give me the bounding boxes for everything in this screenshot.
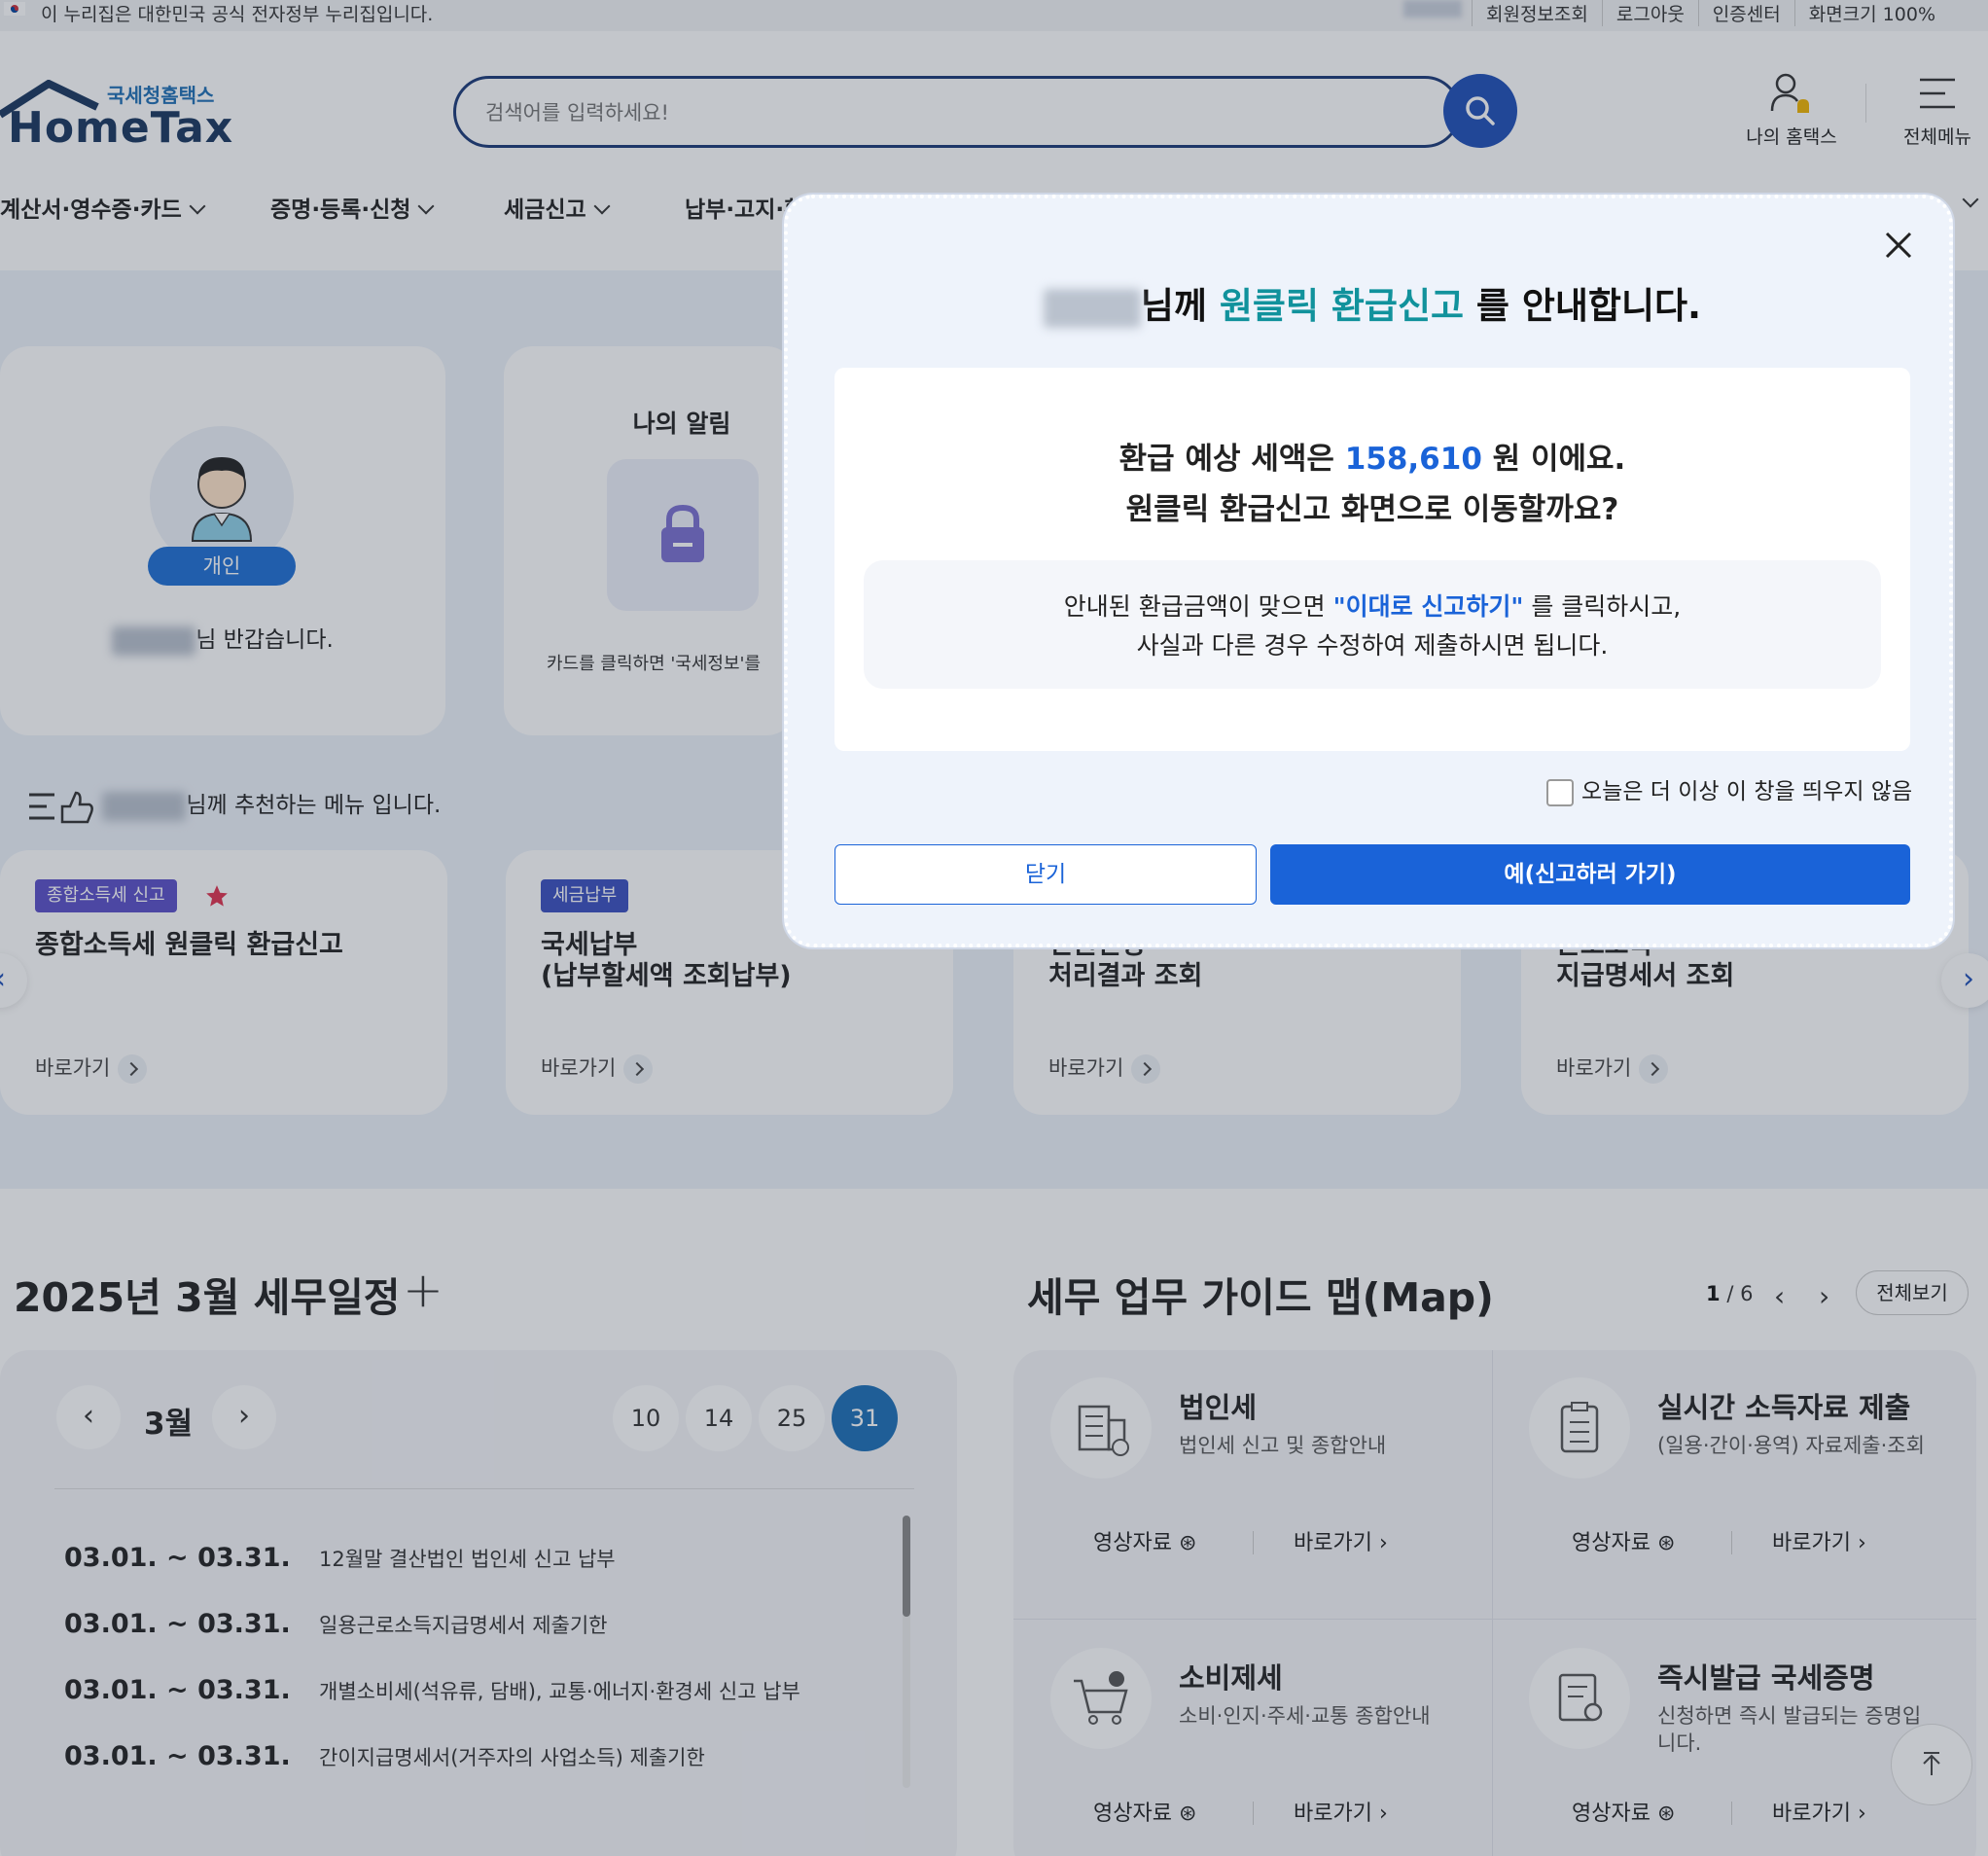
note-suffix: 를 클릭하시고, bbox=[1523, 592, 1682, 621]
refund-amount-suffix: 원 이에요. bbox=[1481, 442, 1626, 477]
refund-amount-prefix: 환급 예상 세액은 bbox=[1118, 442, 1345, 477]
note-line-2: 사실과 다른 경우 수정하여 제출하시면 됩니다. bbox=[1136, 631, 1609, 660]
checkbox-label: 오늘은 더 이상 이 창을 띄우지 않음 bbox=[1581, 779, 1913, 804]
dont-show-today-checkbox[interactable]: 오늘은 더 이상 이 창을 띄우지 않음 bbox=[1546, 772, 1912, 806]
refund-question: 원클릭 환급신고 화면으로 이동할까요? bbox=[1125, 492, 1619, 527]
close-modal-button[interactable]: 닫기 bbox=[834, 844, 1257, 905]
modal-title-highlight: 원클릭 환급신고 bbox=[1219, 285, 1465, 327]
note-prefix: 안내된 환급금액이 맞으면 bbox=[1063, 592, 1333, 621]
close-button[interactable] bbox=[1877, 224, 1920, 267]
refund-notice-modal: 님께 원클릭 환급신고 를 안내합니다. 환급 예상 세액은 158,610 원… bbox=[784, 195, 1953, 947]
checkbox-box[interactable] bbox=[1546, 778, 1574, 806]
modal-title-end: 를 안내합니다. bbox=[1464, 285, 1702, 327]
note-line-1: 안내된 환급금액이 맞으면 "이대로 신고하기" 를 클릭하시고, bbox=[864, 588, 1881, 623]
modal-title: 님께 원클릭 환급신고 를 안내합니다. bbox=[788, 276, 1957, 329]
modal-note: 안내된 환급금액이 맞으면 "이대로 신고하기" 를 클릭하시고, 사실과 다른… bbox=[864, 560, 1881, 689]
refund-amount-text: 환급 예상 세액은 158,610 원 이에요. bbox=[834, 434, 1910, 478]
go-to-filing-button[interactable]: 예(신고하러 가기) bbox=[1270, 844, 1910, 905]
modal-title-mid: 님께 bbox=[1140, 285, 1220, 327]
close-icon bbox=[1885, 232, 1912, 259]
user-name-blurred bbox=[1043, 288, 1141, 328]
note-highlight: "이대로 신고하기" bbox=[1332, 592, 1524, 621]
refund-amount-value: 158,610 bbox=[1344, 442, 1482, 477]
modal-content: 환급 예상 세액은 158,610 원 이에요. 원클릭 환급신고 화면으로 이… bbox=[834, 368, 1910, 751]
